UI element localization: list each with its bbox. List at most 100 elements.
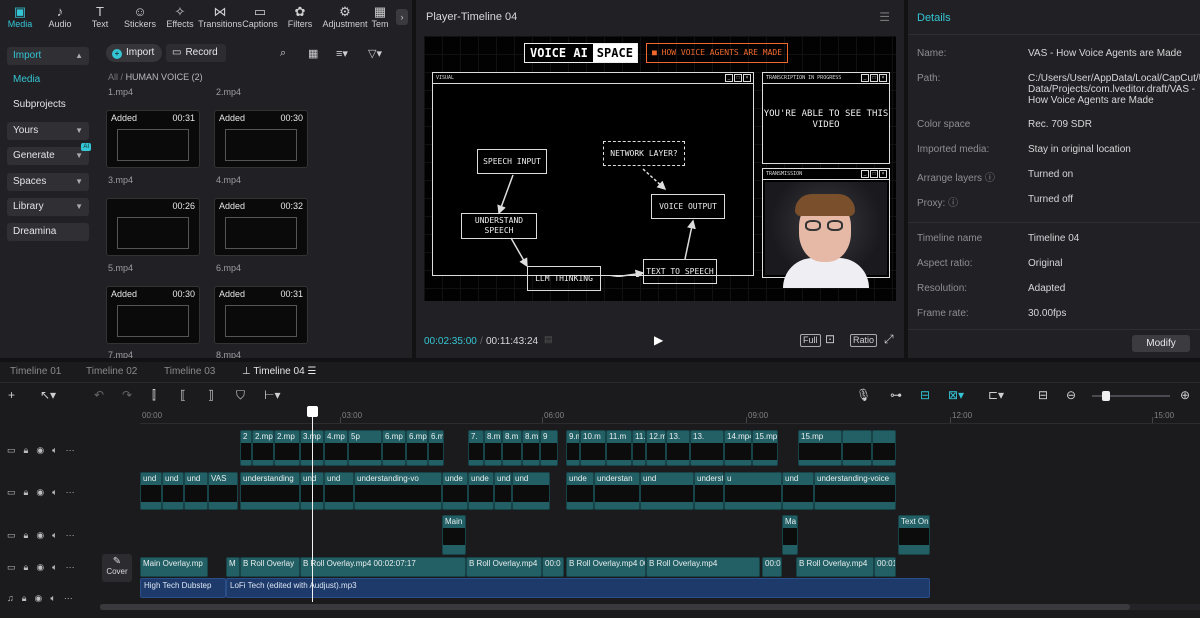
category-adjustment[interactable]: ⚙ Adjustment	[320, 0, 370, 34]
video-clip[interactable]: 7.	[468, 430, 484, 466]
zoom-out-icon[interactable]: ⊖	[1066, 388, 1076, 402]
video-clip[interactable]: understanding-voice	[814, 472, 896, 510]
trim-left-icon[interactable]: ⟦	[180, 388, 186, 402]
video-clip[interactable]: 13.	[690, 430, 724, 466]
split-icon[interactable]: ⫿	[152, 388, 156, 403]
media-thumbnail[interactable]: Added 00:31	[106, 110, 200, 168]
video-clip[interactable]: 15.mp4	[752, 430, 778, 466]
zoom-slider[interactable]	[1092, 391, 1170, 401]
lock-icon[interactable]: 🔒︎	[24, 445, 29, 456]
caption-icon[interactable]: ⊟	[1038, 388, 1048, 402]
sidebar-library[interactable]: Library ▼	[7, 198, 89, 216]
eye-icon[interactable]: ◉	[36, 487, 44, 498]
tab-timeline-02[interactable]: Timeline 02	[86, 366, 137, 377]
frame-icon[interactable]: ▤	[544, 334, 553, 345]
video-clip[interactable]: 8.m	[522, 430, 540, 466]
media-thumbnail[interactable]: 00:26	[106, 198, 200, 256]
video-clip[interactable]: 00:01	[874, 557, 896, 577]
media-thumbnail[interactable]: Added 00:31	[214, 286, 308, 344]
video-clip[interactable]: 13.	[666, 430, 690, 466]
lock-icon[interactable]: 🔒︎	[22, 593, 27, 604]
video-clip[interactable]: und	[512, 472, 550, 510]
play-icon[interactable]: ▶	[654, 333, 663, 347]
menu-icon[interactable]: ☰	[305, 366, 316, 377]
video-clip[interactable]: 2	[240, 430, 252, 466]
speaker-icon[interactable]: 🔈︎	[52, 487, 57, 498]
video-clip[interactable]: B Roll Overlay.mp4	[466, 557, 542, 577]
video-clip[interactable]: und	[140, 472, 162, 510]
sort-icon[interactable]: ≡▾	[336, 47, 348, 60]
category-text[interactable]: T Text	[80, 0, 120, 34]
link-icon[interactable]: ⊶	[890, 388, 902, 402]
record-button[interactable]: ▭ Record	[166, 44, 226, 62]
video-clip[interactable]: 5p	[348, 430, 382, 466]
video-clip[interactable]	[842, 430, 872, 466]
video-preview[interactable]: VOICE AI SPACE ■ HOW VOICE AGENTS ARE MAD…	[424, 36, 896, 301]
media-thumbnail[interactable]: Added 00:30	[106, 286, 200, 344]
video-clip[interactable]: understanding-vo	[354, 472, 442, 510]
tab-timeline-03[interactable]: Timeline 03	[164, 366, 215, 377]
horizontal-scrollbar[interactable]	[100, 604, 1200, 610]
breadcrumb-all[interactable]: All	[108, 72, 118, 82]
video-clip[interactable]: und	[324, 472, 354, 510]
category-effects[interactable]: ✧ Effects	[160, 0, 200, 34]
sidebar-dreamina[interactable]: Dreamina	[7, 223, 89, 241]
video-clip[interactable]: B Roll Overlay	[240, 557, 300, 577]
video-clip[interactable]: VAS	[208, 472, 238, 510]
media-thumbnail[interactable]: Added 00:32	[214, 198, 308, 256]
video-clip[interactable]: understanding	[240, 472, 300, 510]
video-clip[interactable]	[872, 430, 896, 466]
filter-icon[interactable]: ▽▾	[368, 47, 382, 60]
category-stickers[interactable]: ☺ Stickers	[120, 0, 160, 34]
freeze-icon[interactable]: ⊢▾	[264, 388, 280, 402]
lock-icon[interactable]: 🔒︎	[24, 530, 29, 541]
category-audio[interactable]: ♪ Audio	[40, 0, 80, 34]
add-track-icon[interactable]: +	[8, 388, 15, 402]
category-filters[interactable]: ✿ Filters	[280, 0, 320, 34]
lock-icon[interactable]: 🔒︎	[24, 487, 29, 498]
video-clip[interactable]: 6.mp	[428, 430, 444, 466]
video-clip[interactable]: B Roll Overlay.mp4 00:02:07:17	[300, 557, 466, 577]
more-icon[interactable]: ···	[66, 487, 75, 497]
video-clip[interactable]: 15.mp	[798, 430, 842, 466]
more-icon[interactable]: ···	[66, 530, 75, 540]
video-clip[interactable]: 9	[540, 430, 558, 466]
modify-button[interactable]: Modify	[1132, 335, 1190, 352]
sidebar-media[interactable]: Media	[7, 71, 89, 89]
sidebar-subprojects[interactable]: Subprojects	[7, 96, 89, 114]
speaker-icon[interactable]: 🔈︎	[52, 530, 57, 541]
cover-button[interactable]: ✎ Cover	[102, 554, 132, 582]
sidebar-spaces[interactable]: Spaces ▼	[7, 173, 89, 191]
video-clip[interactable]: und	[494, 472, 512, 510]
speaker-icon[interactable]: 🔈︎	[52, 562, 57, 573]
video-clip[interactable]: M	[226, 557, 240, 577]
video-clip[interactable]: u	[724, 472, 782, 510]
video-clip[interactable]: und	[162, 472, 184, 510]
zoom-in-icon[interactable]: ⊕	[1180, 388, 1190, 402]
info-icon[interactable]: ⓘ	[985, 173, 995, 184]
video-clip[interactable]: unde	[468, 472, 494, 510]
more-icon[interactable]: ···	[66, 562, 75, 572]
video-clip[interactable]: unde	[566, 472, 594, 510]
eye-icon[interactable]: ◉	[36, 530, 44, 541]
info-icon[interactable]: ⓘ	[948, 198, 958, 209]
audio-clip[interactable]: LoFi Tech (edited with Audjust).mp3	[226, 578, 930, 598]
video-clip[interactable]: 4.mp	[324, 430, 348, 466]
video-clip[interactable]: 2.mp	[252, 430, 274, 466]
video-clip[interactable]: 00:0	[542, 557, 564, 577]
video-clip[interactable]: 11.n	[632, 430, 646, 466]
select-tool-icon[interactable]: ↖▾	[40, 388, 56, 402]
sidebar-import[interactable]: Import ▲	[7, 47, 89, 65]
playhead-handle[interactable]	[307, 406, 318, 417]
category-transitions[interactable]: ⋈ Transitions	[198, 0, 242, 34]
video-clip[interactable]: Ma	[782, 515, 798, 555]
video-clip[interactable]: 12.mp	[646, 430, 666, 466]
video-clip[interactable]: 14.mp4	[724, 430, 752, 466]
video-clip[interactable]: 6.mp	[382, 430, 406, 466]
video-clip[interactable]: 8.m	[484, 430, 502, 466]
speaker-icon[interactable]: 🔈︎	[50, 593, 55, 604]
video-clip[interactable]: und	[640, 472, 694, 510]
more-icon[interactable]: ···	[64, 593, 73, 603]
video-clip[interactable]: B Roll Overlay.mp4	[796, 557, 874, 577]
video-clip[interactable]: understanding	[694, 472, 724, 510]
